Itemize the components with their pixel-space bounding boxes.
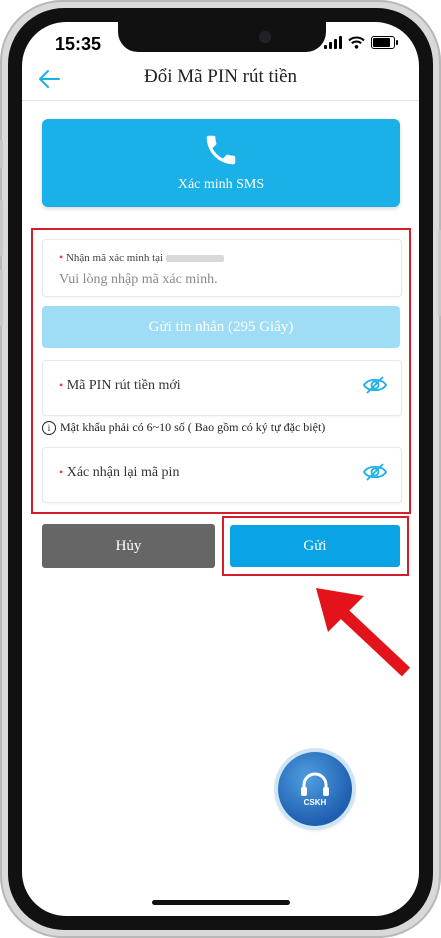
notch bbox=[118, 22, 326, 52]
pin-hint: i Mật khẩu phải có 6~10 số ( Bao gồm có … bbox=[42, 420, 325, 435]
volume-up-button bbox=[0, 200, 3, 256]
camera bbox=[259, 31, 271, 43]
send-sms-button[interactable]: Gửi tin nhắn (295 Giây) bbox=[42, 306, 400, 348]
confirm-pin-label-text: Xác nhận lại mã pin bbox=[66, 465, 180, 480]
phone-icon bbox=[206, 135, 236, 165]
required-marker: • bbox=[59, 465, 64, 479]
verify-code-field[interactable]: • Nhận mã xác minh tại Vui lòng nhập mã … bbox=[42, 239, 402, 297]
confirm-pin-label: • Xác nhận lại mã pin bbox=[59, 465, 179, 481]
required-marker: • bbox=[59, 250, 64, 264]
submit-button[interactable]: Gửi bbox=[230, 525, 400, 567]
battery-icon bbox=[371, 36, 398, 49]
headset-icon bbox=[301, 772, 329, 796]
support-button[interactable]: CSKH bbox=[278, 752, 352, 826]
wifi-icon bbox=[348, 36, 365, 49]
eye-slash-icon[interactable] bbox=[363, 375, 387, 395]
support-label: CSKH bbox=[303, 798, 327, 807]
screen: 15:35 Đổi Mã PIN rút tiền Xác minh SMS •… bbox=[22, 22, 419, 916]
red-arrow-icon bbox=[316, 588, 411, 677]
masked-phone-number bbox=[166, 254, 225, 262]
status-time: 15:35 bbox=[55, 34, 102, 54]
home-indicator bbox=[152, 900, 290, 905]
required-marker: • bbox=[59, 378, 64, 392]
verify-code-input[interactable]: Vui lòng nhập mã xác minh. bbox=[59, 272, 218, 288]
silent-switch bbox=[0, 140, 3, 168]
confirm-pin-field[interactable]: • Xác nhận lại mã pin bbox=[42, 447, 402, 503]
volume-down-button bbox=[0, 270, 3, 326]
signal-icon bbox=[324, 36, 342, 49]
info-icon: i bbox=[42, 420, 56, 435]
cancel-button[interactable]: Hủy bbox=[42, 524, 215, 568]
sms-verify-label: Xác minh SMS bbox=[177, 177, 265, 192]
verify-code-label: • Nhận mã xác minh tại bbox=[59, 250, 225, 265]
status-icons bbox=[324, 36, 398, 49]
eye-slash-icon[interactable] bbox=[363, 462, 387, 482]
new-pin-label-text: Mã PIN rút tiền mới bbox=[66, 378, 181, 393]
verify-code-label-text: Nhận mã xác minh tại bbox=[65, 252, 164, 264]
phone-frame: 15:35 Đổi Mã PIN rút tiền Xác minh SMS •… bbox=[0, 0, 441, 938]
new-pin-label: • Mã PIN rút tiền mới bbox=[59, 378, 181, 394]
pin-hint-text: Mật khẩu phải có 6~10 số ( Bao gồm có ký… bbox=[60, 420, 326, 434]
header: Đổi Mã PIN rút tiền bbox=[22, 60, 419, 101]
new-pin-field[interactable]: • Mã PIN rút tiền mới bbox=[42, 360, 402, 416]
page-title: Đổi Mã PIN rút tiền bbox=[143, 66, 298, 87]
sms-verify-card[interactable]: Xác minh SMS bbox=[42, 119, 400, 207]
